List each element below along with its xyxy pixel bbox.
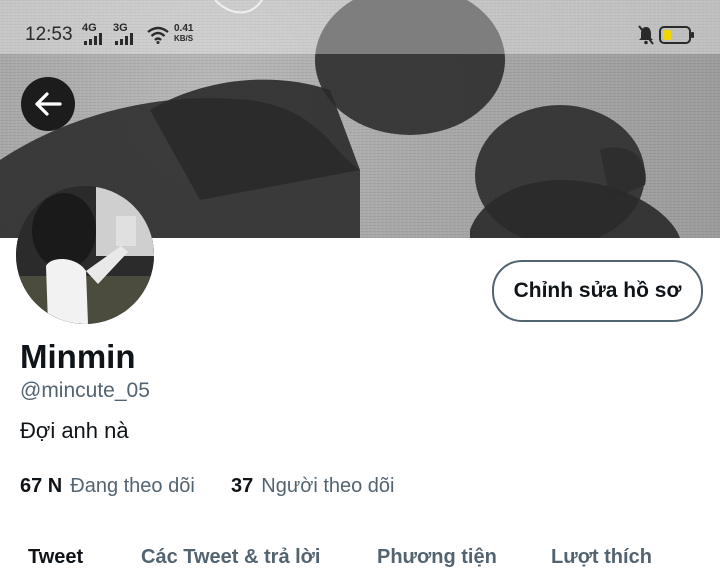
avatar[interactable] — [16, 186, 154, 324]
battery-icon — [659, 26, 694, 44]
profile-handle: @mincute_05 — [20, 379, 150, 402]
edit-profile-button[interactable]: Chỉnh sửa hồ sơ — [492, 260, 703, 322]
net-speed-unit: KB/S — [174, 34, 194, 43]
profile-name: Minmin — [20, 338, 136, 375]
signal-icon — [84, 33, 102, 45]
tab-tweets-and-replies[interactable]: Các Tweet & trả lời — [141, 546, 320, 569]
avatar-photo — [16, 186, 154, 324]
tab-tweets[interactable]: Tweet — [28, 546, 83, 569]
network-speed: 0.41 KB/S — [174, 24, 193, 44]
signal-icon-2 — [115, 33, 133, 45]
following-count: 67 N — [20, 475, 63, 497]
followers-link[interactable]: 37 Người theo dõi — [231, 475, 395, 498]
status-time: 12:53 — [25, 24, 73, 45]
silent-bell-icon — [638, 25, 654, 45]
back-button[interactable] — [21, 77, 75, 131]
tab-media[interactable]: Phương tiện — [377, 546, 497, 569]
followers-label: Người theo dõi — [261, 475, 395, 497]
profile-tabs: Tweet Các Tweet & trả lời Phương tiện Lư… — [0, 546, 720, 576]
following-link[interactable]: 67 N Đang theo dõi — [20, 475, 195, 498]
net-speed-value: 0.41 — [174, 23, 194, 34]
tab-likes[interactable]: Lượt thích — [551, 546, 652, 569]
status-bar: 12:53 4G 3G 0.41 KB/S — [0, 0, 720, 54]
following-label: Đang theo dõi — [70, 475, 195, 497]
arrow-left-icon — [35, 92, 62, 116]
wifi-icon — [147, 26, 169, 44]
followers-count: 37 — [231, 475, 254, 497]
profile-bio: Đợi anh nà — [20, 418, 129, 443]
